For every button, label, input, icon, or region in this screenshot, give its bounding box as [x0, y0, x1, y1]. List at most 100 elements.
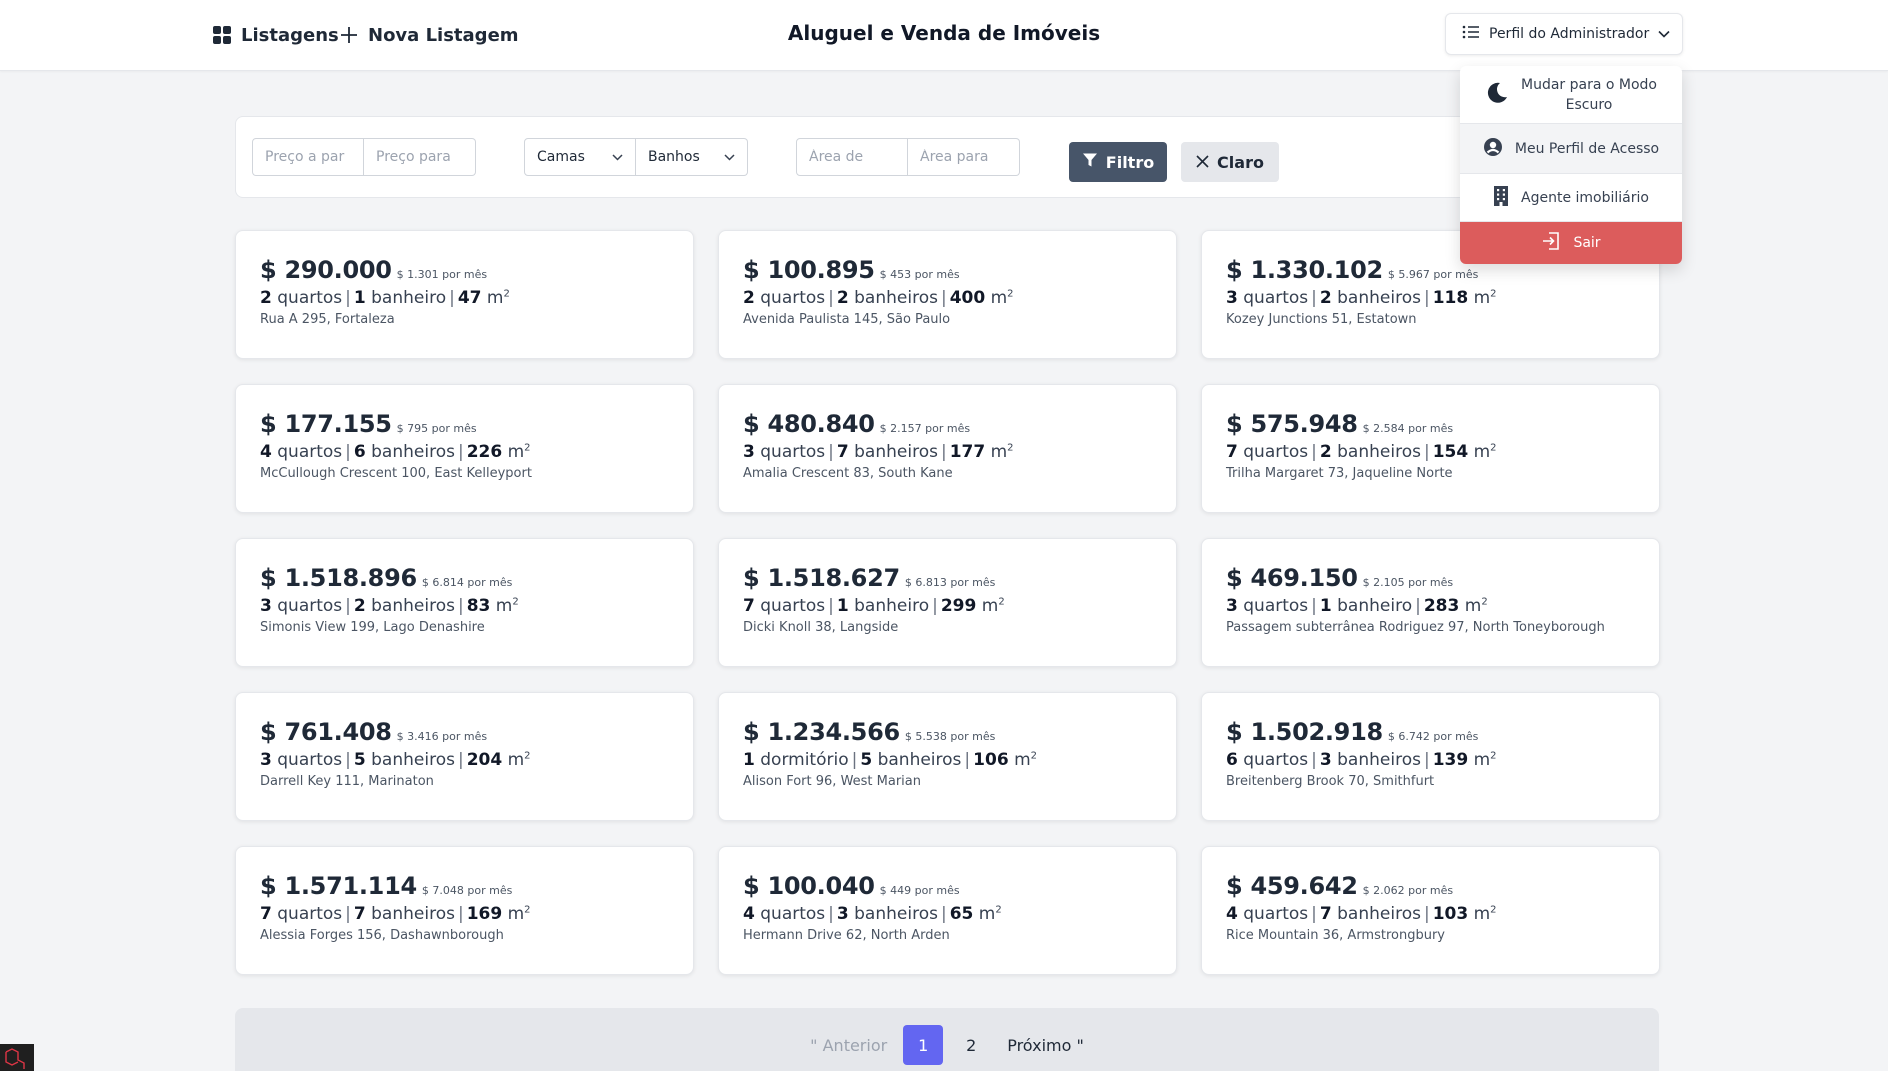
spec-separator: |	[940, 904, 947, 924]
real-estate-agent-item[interactable]: Agente imobiliário	[1460, 174, 1682, 222]
listing-area: 83	[466, 596, 491, 616]
spec-separator: |	[457, 904, 464, 924]
listing-beds-label: quartos	[760, 288, 826, 308]
price-line: $ 761.408 $ 3.416 por mês	[260, 718, 669, 748]
listing-monthly-price: $ 2.157 por mês	[879, 422, 971, 435]
price-line: $ 1.234.566 $ 5.538 por mês	[743, 718, 1152, 748]
listing-area-unit: m	[507, 442, 525, 462]
spec-separator: |	[457, 442, 464, 462]
listing-baths: 1	[353, 288, 366, 308]
listing-card[interactable]: $ 100.040 $ 449 por mês 4 quartos | 3 banh…	[718, 846, 1177, 975]
pagination-page-2[interactable]: 2	[951, 1025, 991, 1065]
spec-separator: |	[457, 750, 464, 770]
spec-separator: |	[828, 288, 834, 308]
nav-listings-link[interactable]: Listagens	[212, 22, 339, 48]
listing-beds-label: quartos	[760, 596, 826, 616]
area-range-group	[796, 138, 1020, 176]
listing-card[interactable]: $ 1.518.896 $ 6.814 por mês 3 quartos | 2 …	[235, 538, 694, 667]
listing-card[interactable]: $ 290.000 $ 1.301 por mês 2 quartos | 1 ba…	[235, 230, 694, 359]
listing-address: Alessia Forges 156, Dashawnborough	[260, 928, 504, 943]
listing-area: 177	[949, 442, 986, 462]
listing-beds: 7	[260, 904, 272, 924]
spec-separator: |	[940, 442, 947, 462]
listing-area-unit-exp: 2	[1490, 288, 1497, 300]
listing-area: 154	[1432, 442, 1469, 462]
listing-address: Trilha Margaret 73, Jaqueline Norte	[1226, 466, 1453, 481]
listing-area-unit-exp: 2	[1490, 904, 1497, 916]
listing-card[interactable]: $ 1.234.566 $ 5.538 por mês 1 dormitório…	[718, 692, 1177, 821]
listing-monthly-price: $ 5.538 por mês	[904, 730, 996, 743]
dark-mode-toggle[interactable]: Mudar para o Modo Escuro	[1460, 66, 1682, 124]
building-icon	[1493, 185, 1509, 210]
listing-beds: 2	[743, 288, 755, 308]
listing-monthly-price: $ 6.742 por mês	[1387, 730, 1479, 743]
listing-area: 299	[940, 596, 977, 616]
listing-baths-label: banheiros	[1337, 288, 1421, 308]
listing-address: Amalia Crescent 83, South Kane	[743, 466, 953, 481]
listing-price: $ 1.502.918	[1226, 718, 1383, 746]
listing-area-unit: m	[495, 596, 513, 616]
baths-select[interactable]: Banhos	[636, 138, 748, 176]
listing-card[interactable]: $ 480.840 $ 2.157 por mês 3 quartos | 7 ba…	[718, 384, 1177, 513]
moon-icon	[1485, 81, 1509, 109]
listing-beds-label: quartos	[1243, 288, 1309, 308]
listing-card[interactable]: $ 100.895 $ 453 por mês 2 quartos | 2 banh…	[718, 230, 1177, 359]
listing-card[interactable]: $ 1.571.114 $ 7.048 por mês 7 quartos | 7 …	[235, 846, 694, 975]
price-from-input[interactable]	[252, 138, 364, 176]
listing-area-unit-exp: 2	[998, 596, 1005, 608]
listing-area-unit: m	[1473, 904, 1491, 924]
listing-beds: 2	[260, 288, 272, 308]
listing-monthly-price: $ 2.105 por mês	[1362, 576, 1454, 589]
listing-beds: 4	[260, 442, 272, 462]
listing-area-unit-exp: 2	[1490, 750, 1497, 762]
beds-select[interactable]: Camas	[524, 138, 636, 176]
listing-baths-label: banheiros	[371, 596, 455, 616]
logout-button[interactable]: Sair	[1460, 222, 1682, 264]
filter-button-label: Filtro	[1105, 152, 1155, 172]
framework-logo-badge[interactable]	[0, 1044, 34, 1071]
listing-card[interactable]: $ 459.642 $ 2.062 por mês 4 quartos | 7 ba…	[1201, 846, 1660, 975]
area-to-input[interactable]	[908, 138, 1020, 176]
nav-new-listing-link[interactable]: Nova Listagem	[339, 22, 519, 48]
listing-specs: 1 dormitório | 5 banheiros | 106 m2	[743, 750, 1152, 770]
listing-card[interactable]: $ 1.518.627 $ 6.813 por mês 7 quartos | 1 …	[718, 538, 1177, 667]
listing-price: $ 459.642	[1226, 872, 1358, 900]
real-estate-agent-label: Agente imobiliário	[1521, 189, 1649, 206]
pagination-next[interactable]: Próximo "	[999, 1036, 1092, 1055]
listing-area-unit-exp: 2	[995, 904, 1002, 916]
listing-beds: 7	[1226, 442, 1238, 462]
price-line: $ 100.040 $ 449 por mês	[743, 872, 1152, 902]
listing-area: 283	[1423, 596, 1460, 616]
pagination-previous[interactable]: " Anterior	[802, 1036, 895, 1055]
listing-baths-label: banheiros	[854, 904, 938, 924]
profile-menu-button[interactable]: Perfil do Administrador	[1445, 13, 1683, 55]
logout-icon	[1541, 231, 1561, 255]
listing-area-unit: m	[1473, 288, 1491, 308]
listing-monthly-price: $ 3.416 por mês	[396, 730, 488, 743]
listing-card[interactable]: $ 1.502.918 $ 6.742 por mês 6 quartos | 3 …	[1201, 692, 1660, 821]
listing-baths: 3	[836, 904, 849, 924]
listing-address: Hermann Drive 62, North Arden	[743, 928, 950, 943]
chevron-down-icon	[612, 149, 623, 165]
filter-button[interactable]: Filtro	[1069, 142, 1167, 182]
listing-card[interactable]: $ 761.408 $ 3.416 por mês 3 quartos | 5 ba…	[235, 692, 694, 821]
spec-separator: |	[457, 596, 464, 616]
listing-card[interactable]: $ 575.948 $ 2.584 por mês 7 quartos | 2 ba…	[1201, 384, 1660, 513]
pagination-bar: " Anterior 1 2 Próximo "	[235, 1008, 1659, 1071]
listing-beds: 3	[260, 596, 272, 616]
listing-price: $ 100.895	[743, 256, 875, 284]
clear-button[interactable]: Claro	[1181, 142, 1279, 182]
listing-price: $ 1.571.114	[260, 872, 417, 900]
listing-baths: 2	[836, 288, 849, 308]
listing-beds: 4	[743, 904, 755, 924]
price-to-input[interactable]	[364, 138, 476, 176]
clear-button-label: Claro	[1217, 152, 1264, 172]
my-access-profile-item[interactable]: Meu Perfil de Acesso	[1460, 124, 1682, 174]
area-from-input[interactable]	[796, 138, 908, 176]
listing-card[interactable]: $ 177.155 $ 795 por mês 4 quartos | 6 banh…	[235, 384, 694, 513]
pagination-page-1[interactable]: 1	[903, 1025, 944, 1065]
listing-area: 118	[1432, 288, 1469, 308]
listing-card[interactable]: $ 469.150 $ 2.105 por mês 3 quartos | 1 ba…	[1201, 538, 1660, 667]
listing-grid: $ 290.000 $ 1.301 por mês 2 quartos | 1 ba…	[235, 230, 1660, 975]
listing-address: Avenida Paulista 145, São Paulo	[743, 312, 951, 327]
